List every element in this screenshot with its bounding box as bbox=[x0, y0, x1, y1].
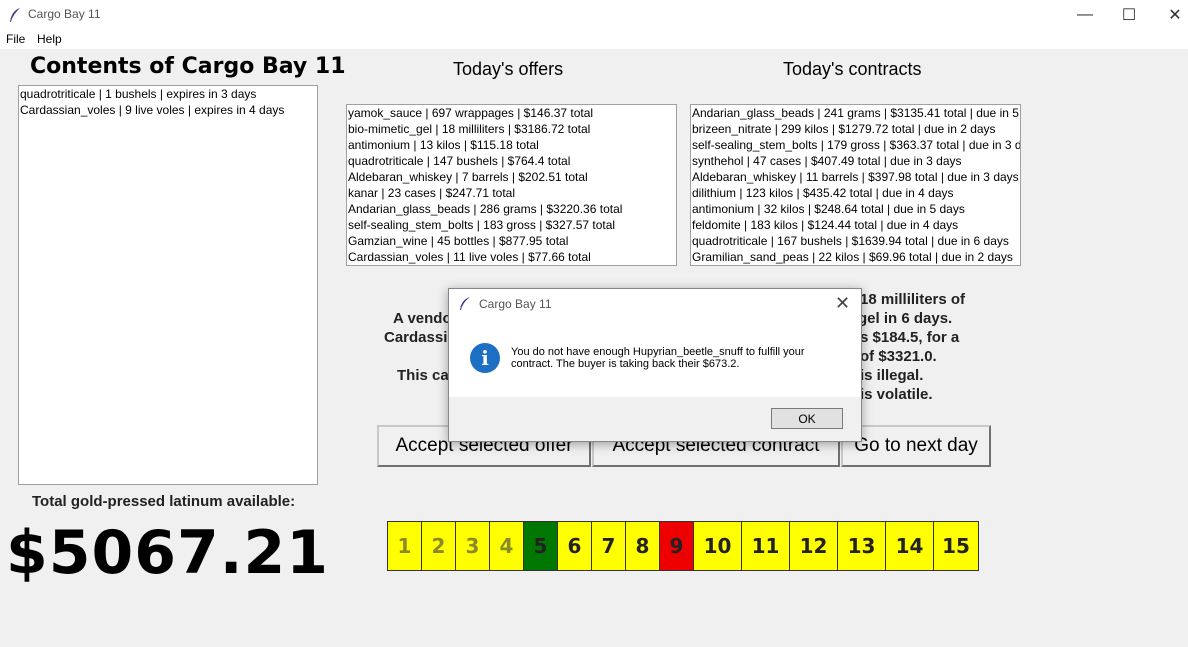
maximize-button[interactable]: ☐ bbox=[1106, 0, 1152, 30]
menu-file[interactable]: File bbox=[6, 32, 25, 46]
day-cell: 3 bbox=[456, 522, 490, 570]
day-cell: 4 bbox=[490, 522, 524, 570]
contracts-listbox[interactable]: Andarian_glass_beads | 241 grams | $3135… bbox=[690, 104, 1021, 266]
contract-item[interactable]: feldomite | 183 kilos | $124.44 total | … bbox=[691, 217, 1020, 233]
day-cell: 13 bbox=[838, 522, 886, 570]
offer-item[interactable]: self-sealing_stem_bolts | 183 gross | $3… bbox=[347, 217, 676, 233]
day-cell: 11 bbox=[742, 522, 790, 570]
dialog-body: i You do not have enough Hupyrian_beetle… bbox=[449, 319, 861, 397]
offer-item[interactable]: antimonium | 13 kilos | $115.18 total bbox=[347, 137, 676, 153]
contract-item[interactable]: dilithium | 123 kilos | $435.42 total | … bbox=[691, 185, 1020, 201]
info-text-right: of $3321.0. bbox=[860, 348, 937, 365]
day-calendar: 1 2 3 4 5 6 7 8 9 10 11 12 13 14 15 bbox=[387, 521, 979, 571]
info-text-left: This ca bbox=[397, 367, 449, 384]
contract-item[interactable]: Aldebaran_whiskey | 11 barrels | $397.98… bbox=[691, 169, 1020, 185]
offer-item[interactable]: bio-mimetic_gel | 18 milliliters | $3186… bbox=[347, 121, 676, 137]
info-icon: i bbox=[470, 343, 500, 373]
latinum-amount: $5067.21 bbox=[6, 518, 330, 588]
day-cell: 10 bbox=[694, 522, 742, 570]
info-text-right: is volatile. bbox=[860, 386, 933, 403]
day-cell: 9 bbox=[660, 522, 694, 570]
day-cell: 6 bbox=[558, 522, 592, 570]
info-text-left: Cardassi bbox=[384, 329, 448, 346]
day-cell: 8 bbox=[626, 522, 660, 570]
cargo-title: Contents of Cargo Bay 11 bbox=[30, 54, 346, 79]
info-text-right: is illegal. bbox=[860, 367, 924, 384]
offer-item[interactable]: yamok_sauce | 697 wrappages | $146.37 to… bbox=[347, 105, 676, 121]
feather-icon bbox=[10, 8, 20, 22]
contract-item[interactable]: self-sealing_stem_bolts | 179 gross | $3… bbox=[691, 137, 1020, 153]
offers-heading: Today's offers bbox=[453, 59, 564, 79]
menu-help[interactable]: Help bbox=[37, 32, 62, 46]
contract-item[interactable]: brizeen_nitrate | 299 kilos | $1279.72 t… bbox=[691, 121, 1020, 137]
offers-listbox[interactable]: yamok_sauce | 697 wrappages | $146.37 to… bbox=[346, 104, 677, 266]
info-text-right: gel in 6 days. bbox=[858, 310, 953, 327]
ok-button[interactable]: OK bbox=[771, 408, 843, 429]
info-text-right: 18 milliliters of bbox=[860, 291, 966, 308]
cargo-item[interactable]: Cardassian_voles | 9 live voles | expire… bbox=[19, 102, 317, 118]
dialog-title: Cargo Bay 11 bbox=[479, 297, 552, 311]
day-cell: 15 bbox=[934, 522, 978, 570]
day-cell: 7 bbox=[592, 522, 626, 570]
contract-item[interactable]: Gramilian_sand_peas | 22 kilos | $69.96 … bbox=[691, 249, 1020, 265]
cargo-item[interactable]: quadrotriticale | 1 bushels | expires in… bbox=[19, 86, 317, 102]
minimize-button[interactable]: — bbox=[1062, 0, 1108, 30]
contract-item[interactable]: synthehol | 47 cases | $407.49 total | d… bbox=[691, 153, 1020, 169]
contract-item[interactable]: Andarian_glass_beads | 241 grams | $3135… bbox=[691, 105, 1020, 121]
info-text-right: s $184.5, for a bbox=[860, 329, 960, 346]
dialog-titlebar: Cargo Bay 11 ✕ bbox=[449, 289, 861, 319]
day-cell: 14 bbox=[886, 522, 934, 570]
day-cell: 1 bbox=[388, 522, 422, 570]
day-cell: 12 bbox=[790, 522, 838, 570]
offer-item[interactable]: Gamzian_wine | 45 bottles | $877.95 tota… bbox=[347, 233, 676, 249]
message-dialog: Cargo Bay 11 ✕ i You do not have enough … bbox=[448, 288, 862, 442]
window-title: Cargo Bay 11 bbox=[28, 7, 101, 21]
menu-bar: File Help bbox=[0, 30, 1188, 49]
cargo-listbox[interactable]: quadrotriticale | 1 bushels | expires in… bbox=[18, 85, 318, 485]
offer-item[interactable]: kanar | 23 cases | $247.71 total bbox=[347, 185, 676, 201]
contract-item[interactable]: quadrotriticale | 167 bushels | $1639.94… bbox=[691, 233, 1020, 249]
dialog-message: You do not have enough Hupyrian_beetle_s… bbox=[511, 346, 805, 370]
latinum-label: Total gold-pressed latinum available: bbox=[32, 493, 296, 510]
offer-item[interactable]: quadrotriticale | 147 bushels | $764.4 t… bbox=[347, 153, 676, 169]
day-cell: 2 bbox=[422, 522, 456, 570]
window-titlebar: Cargo Bay 11 — ☐ ✕ bbox=[0, 0, 1188, 30]
close-window-button[interactable]: ✕ bbox=[1152, 0, 1188, 30]
offer-item[interactable]: Andarian_glass_beads | 286 grams | $3220… bbox=[347, 201, 676, 217]
offer-item[interactable]: Cardassian_voles | 11 live voles | $77.6… bbox=[347, 249, 676, 265]
contracts-heading: Today's contracts bbox=[783, 59, 922, 79]
day-cell: 5 bbox=[524, 522, 558, 570]
dialog-close-button[interactable]: ✕ bbox=[835, 293, 850, 314]
offer-item[interactable]: Aldebaran_whiskey | 7 barrels | $202.51 … bbox=[347, 169, 676, 185]
next-day-button[interactable]: Go to next day bbox=[841, 425, 991, 467]
feather-icon bbox=[460, 297, 470, 310]
contract-item[interactable]: antimonium | 32 kilos | $248.64 total | … bbox=[691, 201, 1020, 217]
info-text-left: A vendo bbox=[393, 310, 452, 327]
